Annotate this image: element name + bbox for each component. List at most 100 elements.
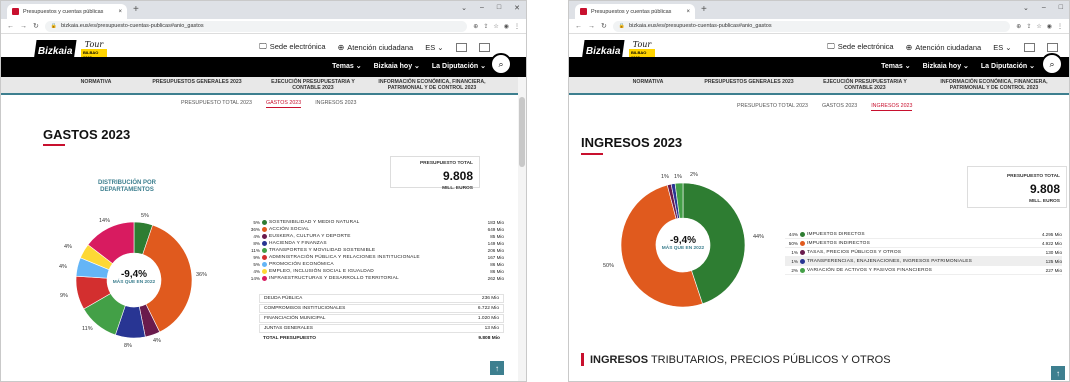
back-icon[interactable]: ← (575, 23, 582, 30)
legend-dot-icon (800, 249, 805, 255)
legend-percent: 2% (791, 267, 798, 273)
menu-temas[interactable]: Temas ⌄ (881, 62, 910, 70)
browser-tab[interactable]: Presupuestos y cuentas públicas × (575, 4, 695, 19)
forward-icon[interactable]: → (588, 23, 595, 30)
search-icon[interactable]: ⌕ (490, 53, 512, 75)
tab-search-icon[interactable]: ⌄ (461, 4, 467, 12)
subtab-ingresos[interactable]: INGRESOS 2023 (871, 103, 913, 111)
reload-icon[interactable]: ↻ (601, 22, 607, 30)
minimize-button[interactable]: – (1042, 4, 1046, 12)
language-select[interactable]: ES ⌄ (993, 43, 1011, 52)
legend-row: 4% EUSKERA, CULTURA Y DEPORTE 85 Mio (247, 233, 504, 240)
forward-icon[interactable]: → (20, 23, 27, 30)
atencion-link[interactable]: ⊕ Atención ciudadana (906, 43, 982, 52)
nav-informacion[interactable]: INFORMACIÓN ECONÓMICA, FINANCIERA, PATRI… (371, 79, 493, 92)
reload-icon[interactable]: ↻ (33, 22, 39, 30)
menu-diputacion[interactable]: La Diputación ⌄ (981, 62, 1035, 70)
star-icon[interactable]: ☆ (493, 23, 498, 30)
slice-label: 2% (690, 172, 698, 178)
url-text: bizkaia.eus/es/presupuesto-cuentas-publi… (629, 23, 772, 29)
nav-normativa[interactable]: NORMATIVA (61, 79, 131, 86)
tab-search-icon[interactable]: ⌄ (1023, 4, 1029, 12)
zoom-icon[interactable]: ⊕ (1016, 23, 1021, 30)
tab-close-icon[interactable]: × (118, 9, 122, 15)
legend-amount: 4.295 Mio (1041, 231, 1062, 237)
tab-close-icon[interactable]: × (686, 9, 690, 15)
subtab-gastos[interactable]: GASTOS 2023 (265, 100, 302, 108)
browser-window-gastos: Presupuestos y cuentas públicas × + ⌄ – … (0, 0, 527, 382)
accessibility-icon[interactable] (1023, 42, 1035, 52)
row-name: JUNTAS GENERALES (264, 326, 313, 331)
legend-row: 36% ACCIÓN SOCIAL 649 Mio (247, 226, 504, 233)
row-amount: 6.722 Mio (477, 306, 499, 311)
back-to-top-button[interactable]: ↑ (490, 361, 504, 375)
maximize-button[interactable]: □ (497, 4, 501, 12)
menu-temas[interactable]: Temas ⌄ (332, 62, 361, 70)
legend-name: PROMOCIÓN ECONÓMICA (269, 262, 334, 267)
menu-diputacion[interactable]: La Diputación ⌄ (432, 62, 486, 70)
zoom-icon[interactable]: ⊕ (473, 23, 478, 30)
slice-label: 1% (661, 174, 669, 180)
legend-row: 1% TASAS, PRECIOS PÚBLICOS Y OTROS 130 Mio (785, 248, 1062, 257)
browser-window-ingresos: Presupuestos y cuentas públicas × + ⌄ – … (568, 0, 1070, 382)
nav-presupuestos[interactable]: PRESUPUESTOS GENERALES 2023 (693, 79, 805, 86)
new-tab-button[interactable]: + (701, 5, 707, 15)
search-icon[interactable]: ⌕ (1041, 53, 1063, 75)
menu-bizkaia-hoy[interactable]: Bizkaia hoy ⌄ (923, 62, 969, 70)
nav-informacion[interactable]: INFORMACIÓN ECONÓMICA, FINANCIERA, PATRI… (929, 79, 1059, 92)
subtab-gastos[interactable]: GASTOS 2023 (822, 103, 857, 111)
page-title: INGRESOS 2023 (581, 135, 683, 150)
legend-percent: 36% (250, 227, 260, 232)
nav-normativa[interactable]: NORMATIVA (613, 79, 683, 86)
sitemap-icon[interactable] (1046, 42, 1058, 52)
browser-tab[interactable]: Presupuestos y cuentas públicas × (7, 4, 127, 19)
nav-presupuestos[interactable]: PRESUPUESTOS GENERALES 2023 (141, 79, 253, 86)
row-amount: 9.808 Mio (478, 336, 500, 341)
slice-label: 14% (99, 218, 111, 224)
tab-strip: Presupuestos y cuentas públicas × + ⌄ – … (569, 1, 1069, 19)
subtab-total[interactable]: PRESUPUESTO TOTAL 2023 (181, 100, 252, 108)
star-icon[interactable]: ☆ (1036, 23, 1041, 30)
donut-center: -9,4% MÁS QUE EN 2022 (653, 235, 713, 251)
language-select[interactable]: ES ⌄ (425, 43, 443, 52)
sede-link[interactable]: 🖵 Sede electrónica (259, 42, 326, 52)
utility-links: 🖵 Sede electrónica ⊕ Atención ciudadana ES… (827, 42, 1058, 52)
legend-row: 9% ADMINISTRACIÓN PÚBLICA Y RELACIONES IN… (247, 254, 504, 261)
maximize-button[interactable]: □ (1059, 4, 1063, 12)
url-field[interactable]: 🔒 bizkaia.eus/es/presupuesto-cuentas-pub… (612, 20, 1011, 32)
scrollbar[interactable] (518, 77, 526, 381)
sede-link[interactable]: 🖵 Sede electrónica (827, 42, 894, 52)
legend-percent: 44% (788, 231, 798, 237)
slice-label: 44% (753, 234, 765, 240)
nav-ejecucion[interactable]: EJECUCIÓN PRESUPUESTARIA Y CONTABLE 2023 (815, 79, 915, 92)
slice-label: 4% (64, 244, 72, 250)
accessibility-icon[interactable] (455, 42, 467, 52)
close-window-button[interactable]: ✕ (514, 4, 520, 12)
sub-nav: PRESUPUESTO TOTAL 2023 GASTOS 2023 INGRE… (181, 100, 356, 108)
sede-label: Sede electrónica (837, 42, 894, 51)
menu-bizkaia-hoy[interactable]: Bizkaia hoy ⌄ (374, 62, 420, 70)
url-field[interactable]: 🔒 bizkaia.eus/es/presupuesto-cuentas-pub… (44, 20, 468, 32)
subtab-ingresos[interactable]: INGRESOS 2023 (315, 100, 356, 108)
center-value: -9,4% (120, 269, 148, 280)
new-tab-button[interactable]: + (133, 5, 139, 15)
legend-amount: 86 Mio (490, 262, 504, 267)
menu-dots-icon[interactable]: ⋮ (514, 23, 520, 30)
total-row: TOTAL PRESUPUESTO 9.808 Mio (259, 334, 504, 343)
section-nav: NORMATIVA PRESUPUESTOS GENERALES 2023 EJ… (1, 77, 526, 95)
scrollbar-thumb[interactable] (519, 97, 525, 167)
monitor-icon: 🖵 (259, 42, 267, 51)
gastos-table: DEUDA PÚBLICA 236 Mio COMPROMISOS INSTITU… (259, 294, 504, 344)
back-to-top-button[interactable]: ↑ (1051, 366, 1065, 380)
menu-dots-icon[interactable]: ⋮ (1057, 23, 1063, 30)
share-icon[interactable]: ⇪ (483, 23, 488, 30)
minimize-button[interactable]: – (480, 4, 484, 12)
extension-icon[interactable]: ◉ (504, 23, 509, 30)
back-icon[interactable]: ← (7, 23, 14, 30)
extension-icon[interactable]: ◉ (1047, 23, 1052, 30)
sitemap-icon[interactable] (478, 42, 490, 52)
atencion-link[interactable]: ⊕ Atención ciudadana (338, 43, 414, 52)
share-icon[interactable]: ⇪ (1026, 23, 1031, 30)
nav-ejecucion[interactable]: EJECUCIÓN PRESUPUESTARIA Y CONTABLE 2023 (263, 79, 363, 92)
subtab-total[interactable]: PRESUPUESTO TOTAL 2023 (737, 103, 808, 111)
